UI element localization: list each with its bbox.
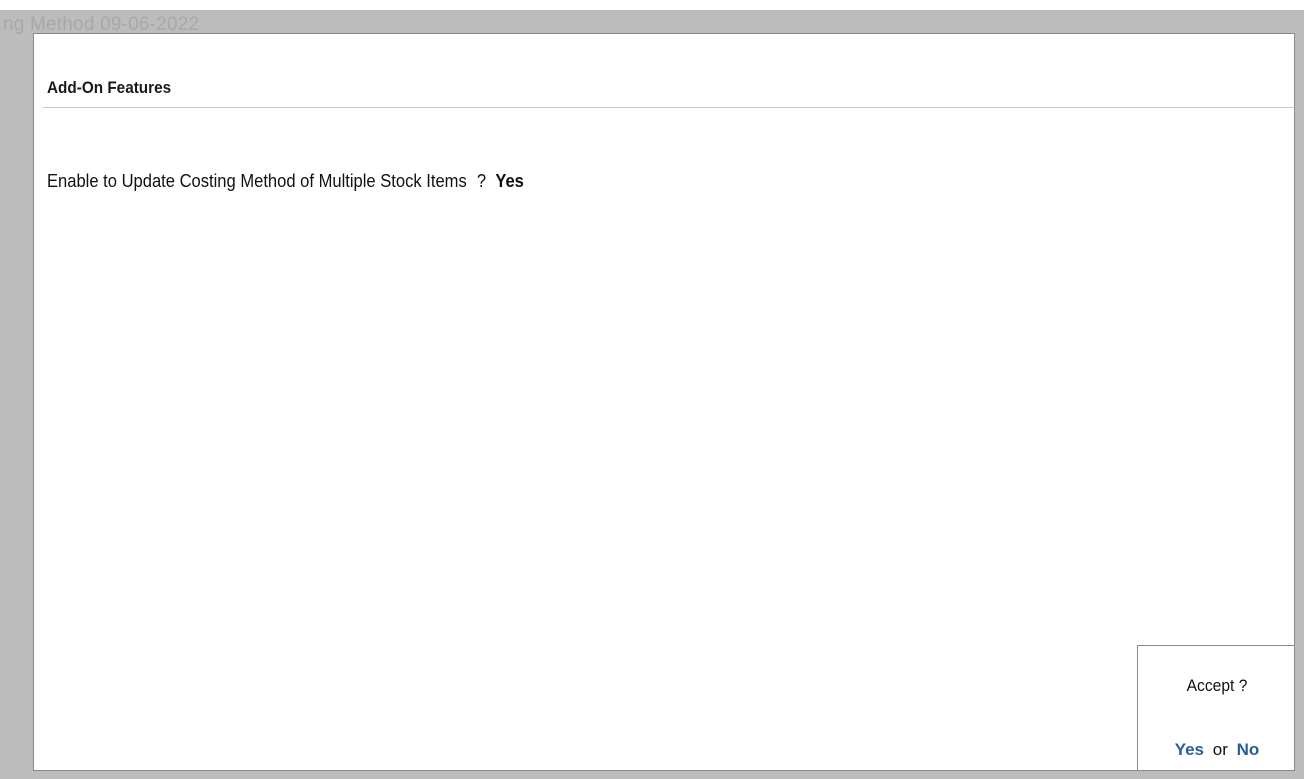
- accept-yes-button[interactable]: Yes: [1175, 740, 1204, 759]
- accept-or-label: or: [1212, 740, 1228, 759]
- accept-no-button[interactable]: No: [1237, 740, 1260, 759]
- panel-header: Add-On Features: [43, 34, 1294, 108]
- add-on-features-panel: Add-On Features Enable to Update Costing…: [33, 33, 1295, 771]
- accept-prompt: Accept ?: [1186, 676, 1248, 695]
- accept-dialog: Accept ? Yes or No: [1137, 645, 1294, 770]
- field-separator: ?: [476, 171, 487, 191]
- costing-method-field-label: Enable to Update Costing Method of Multi…: [47, 171, 467, 191]
- panel-title: Add-On Features: [47, 78, 172, 97]
- accept-options: Yes or No: [1138, 740, 1294, 760]
- costing-method-field-value[interactable]: Yes: [495, 171, 524, 191]
- costing-method-field-row[interactable]: Enable to Update Costing Method of Multi…: [47, 171, 524, 192]
